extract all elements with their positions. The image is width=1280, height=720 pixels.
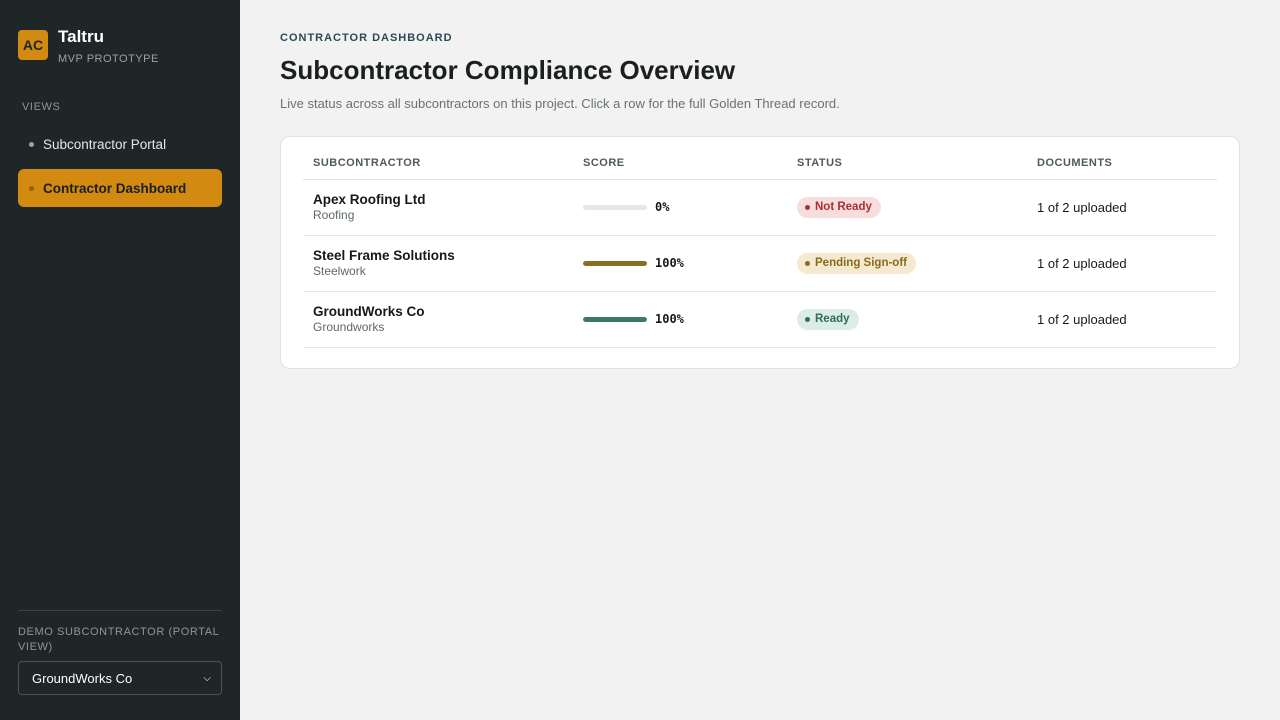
main-content: CONTRACTOR DASHBOARD Subcontractor Compl… [240, 0, 1280, 720]
table-row[interactable]: Apex Roofing Ltd Roofing 0% Not Ready 1 … [303, 179, 1217, 236]
column-header-status: STATUS [787, 147, 1027, 180]
status-cell: Not Ready [787, 179, 1027, 236]
subcontractor-cell: GroundWorks Co Groundworks [303, 291, 573, 348]
select-value: GroundWorks Co [32, 670, 133, 686]
score-value: 0% [655, 200, 670, 214]
status-label: Pending Sign-off [815, 257, 907, 269]
app-tagline: MVP PROTOTYPE [58, 53, 159, 65]
score-value: 100% [655, 312, 684, 326]
demo-subcontractor-section: DEMO SUBCONTRACTOR (PORTAL VIEW) GroundW… [18, 610, 222, 695]
subcontractor-name: Steel Frame Solutions [313, 248, 455, 263]
documents-cell: 1 of 2 uploaded [1027, 291, 1217, 348]
compliance-table: SUBCONTRACTOR SCORE STATUS DOCUMENTS Ape… [303, 147, 1217, 348]
status-label: Ready [815, 313, 850, 325]
documents-cell: 1 of 2 uploaded [1027, 179, 1217, 236]
subcontractor-trade: Groundworks [313, 320, 385, 334]
bullet-icon [29, 141, 34, 147]
views-section-label: VIEWS [22, 101, 61, 113]
sidebar-nav: Subcontractor Portal Contractor Dashboar… [18, 125, 222, 207]
documents-cell: 1 of 2 uploaded [1027, 235, 1217, 292]
score-cell: 100% [573, 235, 787, 292]
status-dot-icon [805, 204, 810, 210]
subcontractor-cell: Steel Frame Solutions Steelwork [303, 235, 573, 292]
column-header-subcontractor: SUBCONTRACTOR [303, 147, 573, 180]
subcontractor-trade: Roofing [313, 208, 355, 222]
sidebar-item-label: Contractor Dashboard [43, 180, 187, 196]
score-bar [583, 260, 647, 266]
sidebar-item-subcontractor-portal[interactable]: Subcontractor Portal [18, 125, 222, 163]
sidebar: AC Taltru MVP PROTOTYPE VIEWS Subcontrac… [0, 0, 240, 720]
table-row[interactable]: GroundWorks Co Groundworks 100% Ready 1 … [303, 291, 1217, 348]
score-bar [583, 204, 647, 210]
page-title: Subcontractor Compliance Overview [280, 55, 736, 85]
demo-subcontractor-select[interactable]: GroundWorks Co ⌵ [18, 661, 222, 695]
subcontractor-name: Apex Roofing Ltd [313, 192, 426, 207]
app-name: Taltru [58, 27, 104, 46]
column-header-documents: DOCUMENTS [1027, 147, 1217, 180]
page-subtitle: Live status across all subcontractors on… [280, 96, 840, 111]
table-header-row: SUBCONTRACTOR SCORE STATUS DOCUMENTS [303, 147, 1217, 180]
page-eyebrow: CONTRACTOR DASHBOARD [280, 32, 453, 44]
demo-subcontractor-label: DEMO SUBCONTRACTOR (PORTAL VIEW) [18, 626, 219, 653]
bullet-icon [29, 185, 34, 191]
subcontractor-name: GroundWorks Co [313, 304, 425, 319]
score-cell: 0% [573, 179, 787, 236]
subcontractor-cell: Apex Roofing Ltd Roofing [303, 179, 573, 236]
chevron-down-icon: ⌵ [203, 672, 211, 684]
status-badge: Pending Sign-off [797, 252, 916, 274]
score-value: 100% [655, 256, 684, 270]
status-cell: Pending Sign-off [787, 235, 1027, 292]
sidebar-item-contractor-dashboard[interactable]: Contractor Dashboard [18, 169, 222, 207]
brand: AC Taltru MVP PROTOTYPE [18, 28, 222, 65]
column-header-score: SCORE [573, 147, 787, 180]
status-dot-icon [805, 316, 810, 322]
sidebar-item-label: Subcontractor Portal [43, 136, 167, 152]
score-bar-fill [583, 260, 647, 266]
compliance-table-card: SUBCONTRACTOR SCORE STATUS DOCUMENTS Ape… [280, 136, 1240, 369]
brand-logo: AC [18, 30, 48, 60]
status-dot-icon [805, 260, 810, 266]
status-badge: Ready [797, 308, 859, 330]
status-label: Not Ready [815, 201, 872, 213]
subcontractor-trade: Steelwork [313, 264, 366, 278]
status-badge: Not Ready [797, 196, 881, 218]
status-cell: Ready [787, 291, 1027, 348]
score-bar [583, 316, 647, 322]
score-bar-fill [583, 316, 647, 322]
table-row[interactable]: Steel Frame Solutions Steelwork 100% Pen… [303, 235, 1217, 292]
score-cell: 100% [573, 291, 787, 348]
